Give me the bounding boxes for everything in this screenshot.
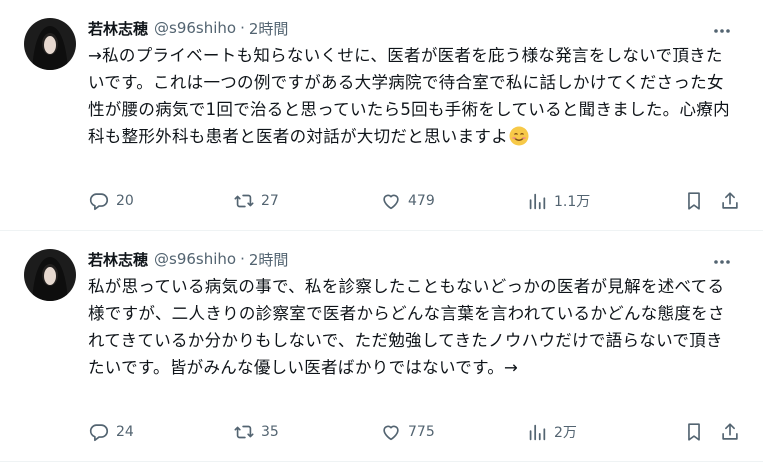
like-button[interactable]: 479 — [380, 190, 435, 212]
views-count: 2万 — [554, 425, 577, 441]
more-options-icon[interactable] — [705, 251, 739, 273]
author-handle[interactable]: @s96shiho — [154, 19, 236, 37]
heart-icon — [383, 194, 399, 210]
repost-icon — [234, 425, 254, 439]
bookmark-button[interactable] — [683, 190, 705, 212]
tweet-text-content: →私のプライベートも知らないくせに、医者が医者を庇う様な発言をしないで頂きたいで… — [88, 46, 730, 146]
bookmark-icon — [688, 423, 700, 441]
views-button[interactable]: 2万 — [526, 421, 577, 443]
profile-photo-icon — [24, 18, 76, 70]
tweet-actions: 20 27 479 1.1万 — [88, 186, 741, 216]
avatar[interactable] — [24, 249, 76, 301]
share-button[interactable] — [719, 421, 741, 443]
profile-photo-icon — [24, 249, 76, 301]
avatar[interactable] — [24, 18, 76, 70]
repost-button[interactable]: 27 — [233, 190, 279, 212]
analytics-icon — [529, 424, 546, 441]
reply-button[interactable]: 20 — [88, 190, 134, 212]
views-button[interactable]: 1.1万 — [526, 190, 590, 212]
more-options-icon[interactable] — [705, 20, 739, 42]
heart-icon — [383, 425, 399, 441]
tweet[interactable]: 若林志穂 @s96shiho · 2時間 →私のプライベートも知らないくせに、医… — [0, 0, 763, 231]
tweet-header: 若林志穂 @s96shiho · 2時間 — [88, 16, 747, 40]
separator-dot: · — [240, 250, 245, 268]
tweet-header: 若林志穂 @s96shiho · 2時間 — [88, 247, 747, 271]
timestamp[interactable]: 2時間 — [249, 18, 289, 39]
bookmark-button[interactable] — [683, 421, 705, 443]
reply-icon — [89, 424, 109, 442]
repost-count: 27 — [261, 193, 279, 209]
repost-icon — [234, 194, 254, 208]
smiling-face-icon — [509, 126, 529, 146]
like-count: 479 — [408, 193, 435, 209]
tweet-text: 私が思っている病気の事で、私を診察したこともないどっかの医者が見解を述べてる様で… — [88, 273, 738, 381]
author-name[interactable]: 若林志穂 — [88, 18, 148, 39]
repost-button[interactable]: 35 — [233, 421, 279, 443]
separator-dot: · — [240, 19, 245, 37]
analytics-icon — [529, 193, 546, 210]
share-icon — [722, 423, 738, 440]
reply-count: 24 — [116, 424, 134, 440]
share-icon — [722, 192, 738, 209]
like-button[interactable]: 775 — [380, 421, 435, 443]
tweet-text: →私のプライベートも知らないくせに、医者が医者を庇う様な発言をしないで頂きたいで… — [88, 42, 738, 150]
tweet[interactable]: 若林志穂 @s96shiho · 2時間 私が思っている病気の事で、私を診察した… — [0, 231, 763, 462]
reply-button[interactable]: 24 — [88, 421, 134, 443]
tweet-actions: 24 35 775 2万 — [88, 417, 741, 447]
like-count: 775 — [408, 424, 435, 440]
bookmark-icon — [688, 192, 700, 210]
repost-count: 35 — [261, 424, 279, 440]
reply-icon — [89, 193, 109, 211]
share-button[interactable] — [719, 190, 741, 212]
author-handle[interactable]: @s96shiho — [154, 250, 236, 268]
timestamp[interactable]: 2時間 — [249, 249, 289, 270]
author-name[interactable]: 若林志穂 — [88, 249, 148, 270]
tweet-text-content: 私が思っている病気の事で、私を診察したこともないどっかの医者が見解を述べてる様で… — [88, 277, 725, 377]
views-count: 1.1万 — [554, 194, 591, 210]
reply-count: 20 — [116, 193, 134, 209]
